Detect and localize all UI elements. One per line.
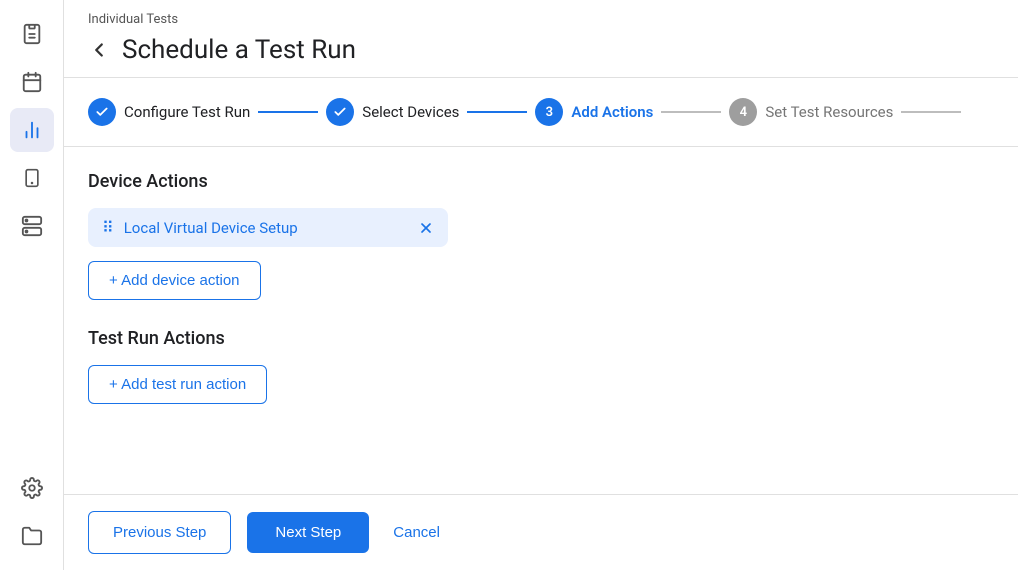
content-area: Device Actions ⠿ Local Virtual Device Se… [64,147,1018,494]
device-actions-title: Device Actions [88,171,994,192]
device-action-label: Local Virtual Device Setup [124,219,408,237]
step-4-label: Set Test Resources [765,103,893,121]
step-4-circle: 4 [729,98,757,126]
add-test-run-action-button[interactable]: + Add test run action [88,365,267,404]
next-step-button[interactable]: Next Step [247,512,369,553]
step-3-circle: 3 [535,98,563,126]
header: Individual Tests Schedule a Test Run [64,0,1018,78]
device-actions-section: Device Actions ⠿ Local Virtual Device Se… [88,171,994,300]
sidebar-item-clipboard[interactable] [10,12,54,56]
sidebar [0,0,64,570]
device-action-chip: ⠿ Local Virtual Device Setup [88,208,448,247]
sidebar-item-chart[interactable] [10,108,54,152]
main-content: Individual Tests Schedule a Test Run Con… [64,0,1018,570]
step-2-circle [326,98,354,126]
sidebar-item-folder[interactable] [10,514,54,558]
step-add-actions: 3 Add Actions [535,98,653,126]
footer: Previous Step Next Step Cancel [64,494,1018,570]
step-configure: Configure Test Run [88,98,250,126]
breadcrumb: Individual Tests [88,12,994,27]
back-button[interactable] [88,39,110,61]
remove-device-action-button[interactable] [418,220,434,236]
step-select-devices: Select Devices [326,98,459,126]
connector-1 [258,111,318,113]
cancel-button[interactable]: Cancel [385,512,448,553]
connector-3 [661,111,721,113]
step-3-number: 3 [546,105,553,120]
sidebar-item-calendar[interactable] [10,60,54,104]
sidebar-item-settings[interactable] [10,466,54,510]
test-run-actions-section: Test Run Actions + Add test run action [88,328,994,404]
step-2-label: Select Devices [362,103,459,121]
stepper: Configure Test Run Select Devices 3 Add … [64,78,1018,147]
step-1-circle [88,98,116,126]
drag-handle-icon[interactable]: ⠿ [102,218,114,237]
test-run-actions-title: Test Run Actions [88,328,994,349]
sidebar-item-server[interactable] [10,204,54,248]
step-1-label: Configure Test Run [124,103,250,121]
sidebar-item-phone[interactable] [10,156,54,200]
add-device-action-button[interactable]: + Add device action [88,261,261,300]
connector-4 [901,111,961,113]
step-3-label: Add Actions [571,103,653,121]
connector-2 [467,111,527,113]
step-set-resources: 4 Set Test Resources [729,98,893,126]
previous-step-button[interactable]: Previous Step [88,511,231,554]
page-title: Schedule a Test Run [122,35,356,65]
step-4-number: 4 [740,105,747,120]
